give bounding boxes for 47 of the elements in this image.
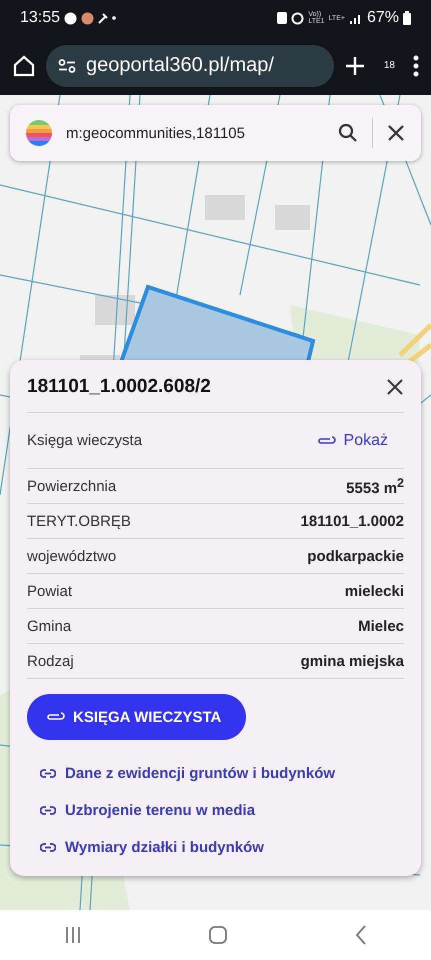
dot-icon xyxy=(112,16,116,20)
clock: 13:55 xyxy=(20,9,60,27)
url-text: geoportal360.pl/map/ xyxy=(86,54,274,77)
back-button[interactable] xyxy=(355,925,368,945)
info-link[interactable]: Dane z ewidencji gruntów i budynków xyxy=(40,765,404,782)
battery-level: 67% xyxy=(366,9,399,27)
row-value: gmina miejska xyxy=(300,652,404,670)
parcel-title: 181101_1.0002.608/2 xyxy=(27,376,211,398)
tab-count-button[interactable]: 18 xyxy=(384,60,395,71)
row-value: 181101_1.0002 xyxy=(300,512,404,530)
link-icon xyxy=(40,769,56,778)
paperclip-icon xyxy=(316,436,336,446)
info-link[interactable]: Wymiary działki i budynków xyxy=(40,839,404,856)
search-text: m:geocommunities,181105 xyxy=(66,124,246,142)
search-field[interactable]: m:geocommunities,181105 xyxy=(10,105,421,161)
row-value: Mielec xyxy=(358,618,404,634)
row-label: Powierzchnia xyxy=(27,478,116,494)
avatar-icon xyxy=(81,12,94,24)
signal-icon xyxy=(348,12,363,24)
row-label: Rodzaj xyxy=(27,652,74,670)
row-label: Gmina xyxy=(27,618,72,634)
land-register-button[interactable]: KSIĘGA WIECZYSTA xyxy=(27,694,246,740)
row-value: 5553 m$^{2}$ xyxy=(346,476,404,496)
menu-button[interactable] xyxy=(413,54,419,76)
close-button[interactable] xyxy=(387,124,405,142)
row-label: województwo xyxy=(27,548,116,564)
new-tab-button[interactable] xyxy=(344,54,366,76)
battery-icon xyxy=(403,11,411,25)
home-nav-button[interactable] xyxy=(209,926,228,944)
info-link[interactable]: Uzbrojenie terenu w media xyxy=(40,802,404,819)
close-button[interactable] xyxy=(386,378,404,396)
row-value: mielecki xyxy=(344,582,404,600)
recent-apps-button[interactable] xyxy=(64,926,82,944)
row-label: TERYT.OBRĘB xyxy=(27,512,131,530)
link-icon xyxy=(40,806,56,815)
search-button[interactable] xyxy=(338,123,358,143)
row-label: Księga wieczysta xyxy=(27,432,142,449)
site-settings-icon xyxy=(58,58,76,72)
link-icon xyxy=(40,843,56,852)
paperclip-icon xyxy=(45,712,65,722)
row-label: Powiat xyxy=(27,582,72,600)
show-link[interactable]: Pokaż xyxy=(316,432,388,450)
row-value: podkarpackie xyxy=(307,548,404,564)
tool-icon xyxy=(98,12,108,24)
address-bar[interactable]: geoportal360.pl/map/ xyxy=(46,44,334,86)
logo-icon xyxy=(26,120,52,146)
home-button[interactable] xyxy=(12,54,36,78)
